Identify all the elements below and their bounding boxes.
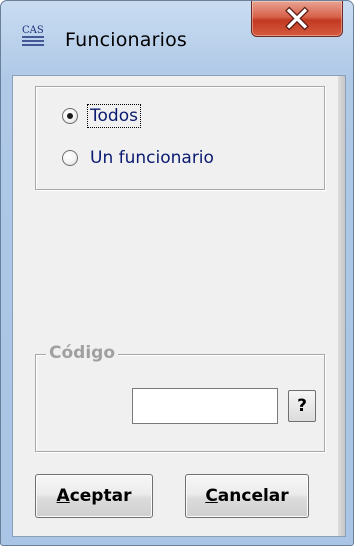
- radio-button-todos[interactable]: [62, 108, 78, 124]
- aceptar-label: ceptar: [69, 486, 132, 506]
- aceptar-button[interactable]: Aceptar: [35, 474, 153, 518]
- close-icon: [285, 6, 309, 31]
- svg-text:CAS: CAS: [22, 25, 44, 36]
- cancelar-label: ancelar: [217, 486, 289, 506]
- window-title: Funcionarios: [65, 29, 188, 51]
- window-frame-edge: [338, 76, 345, 536]
- cancelar-mnemonic: C: [205, 486, 218, 506]
- codigo-group: Código ?: [35, 343, 325, 452]
- dialog-body: Todos Un funcionario Código ? Aceptar Ca…: [12, 75, 346, 537]
- radio-un-funcionario-label[interactable]: Un funcionario: [88, 147, 216, 169]
- title-bar[interactable]: CAS Funcionarios: [1, 1, 353, 75]
- aceptar-mnemonic: A: [56, 486, 70, 506]
- radio-todos-label[interactable]: Todos: [87, 104, 141, 128]
- codigo-input[interactable]: [132, 388, 278, 424]
- dialog-window: CAS Funcionarios Todos Un funcionario Có…: [0, 0, 354, 546]
- scope-options-panel: Todos Un funcionario: [35, 86, 325, 190]
- cas-app-icon: CAS: [21, 23, 45, 51]
- close-button[interactable]: [251, 1, 343, 37]
- radio-todos[interactable]: Todos: [62, 103, 141, 129]
- cancelar-button[interactable]: Cancelar: [185, 474, 309, 518]
- codigo-legend: Código: [46, 343, 118, 363]
- radio-button-un-funcionario[interactable]: [62, 150, 78, 166]
- radio-selected-dot: [67, 113, 73, 119]
- radio-un-funcionario[interactable]: Un funcionario: [62, 145, 216, 171]
- codigo-help-button[interactable]: ?: [288, 390, 316, 422]
